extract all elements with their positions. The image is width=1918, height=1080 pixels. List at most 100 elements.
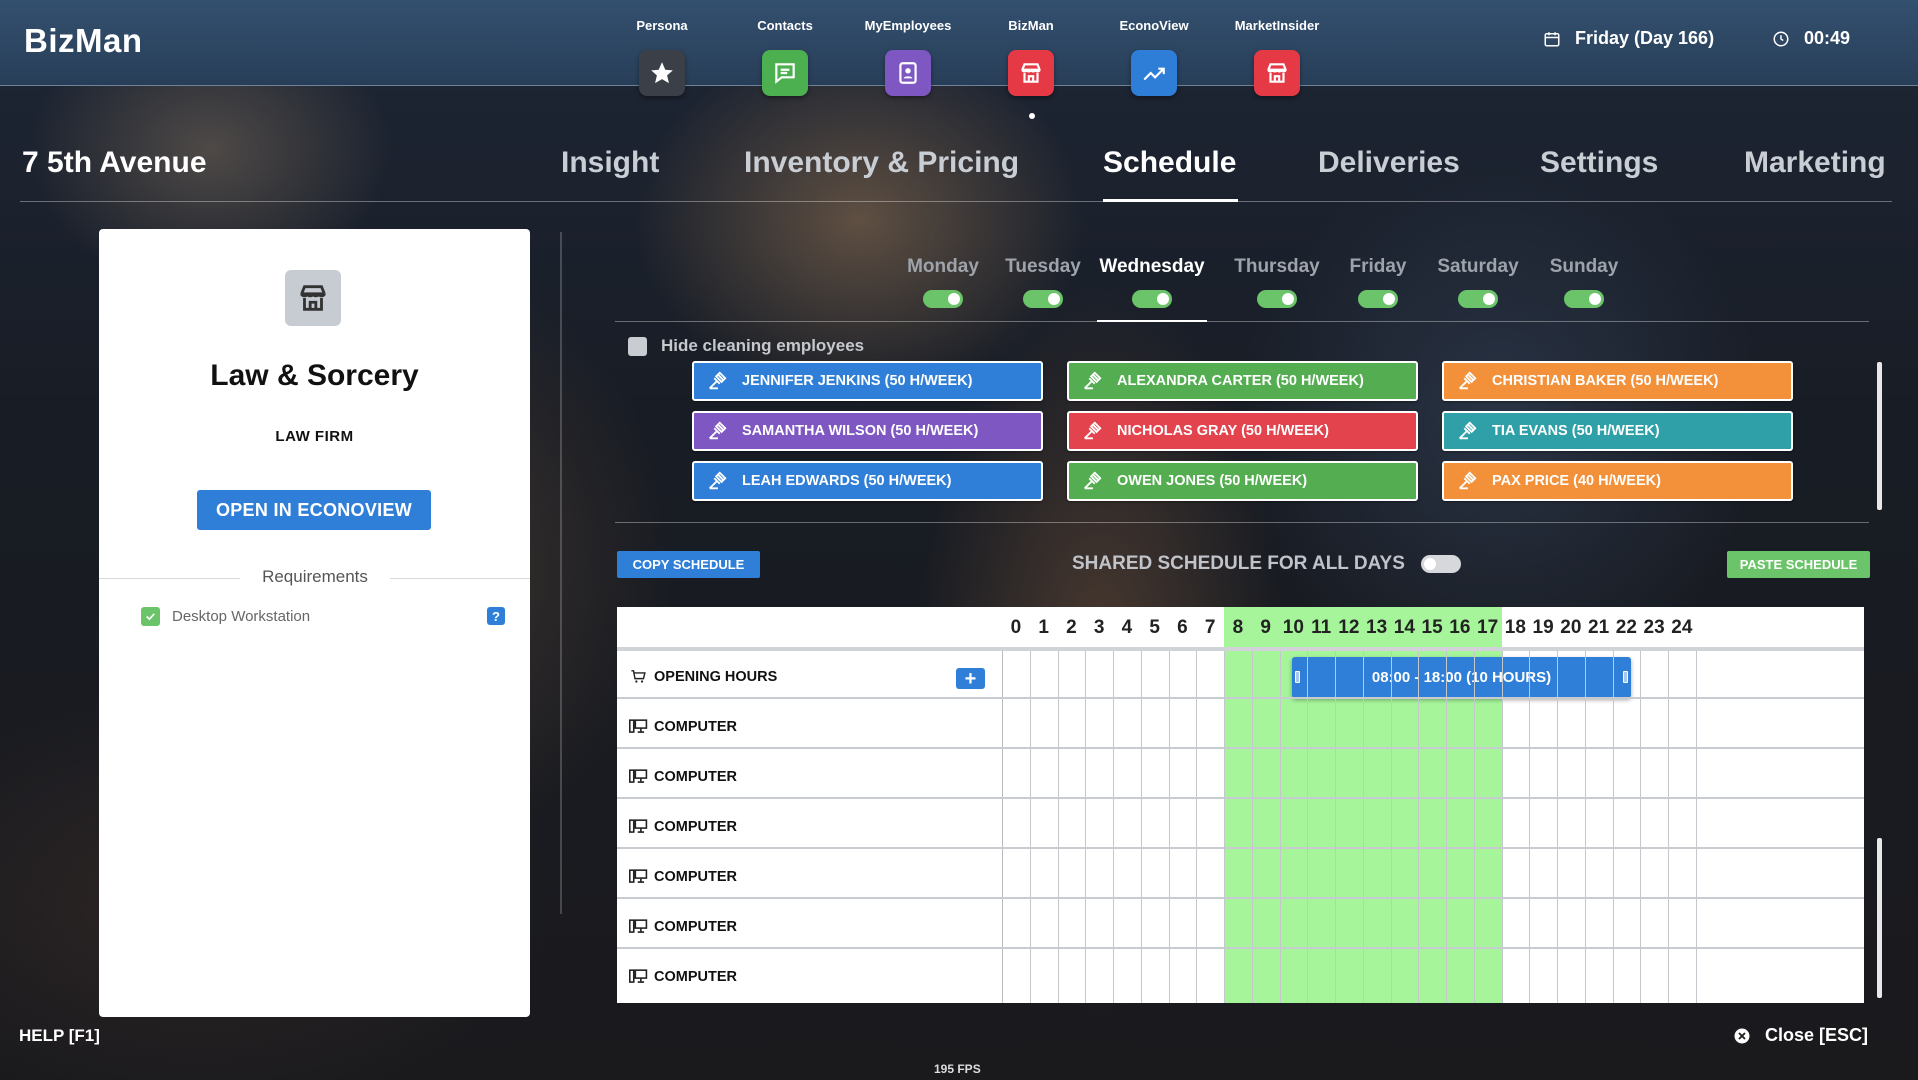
star-icon[interactable] — [639, 50, 685, 96]
employee-chip[interactable]: PAX PRICE (40 H/WEEK) — [1442, 461, 1793, 501]
day-enabled-toggle[interactable] — [1358, 290, 1398, 308]
gavel-icon — [1084, 371, 1102, 390]
app-marketinsider[interactable]: MarketInsider — [1227, 18, 1327, 96]
workstation-label: COMPUTER — [654, 768, 737, 785]
app-contacts[interactable]: Contacts — [735, 18, 835, 96]
day-thursday[interactable]: Thursday — [1227, 256, 1327, 308]
app-econoview[interactable]: EconoView — [1104, 18, 1204, 96]
tab-marketing[interactable]: Marketing — [1744, 146, 1886, 180]
tab-deliveries[interactable]: Deliveries — [1318, 146, 1460, 180]
close-icon — [1734, 1028, 1750, 1043]
workstation-row: COMPUTER — [629, 768, 737, 785]
employee-chip[interactable]: OWEN JONES (50 H/WEEK) — [1067, 461, 1418, 501]
cart-icon — [631, 670, 646, 683]
day-monday[interactable]: Monday — [893, 256, 993, 308]
hide-cleaning-label: Hide cleaning employees — [661, 336, 865, 355]
requirement-help-button[interactable]: ? — [487, 607, 505, 625]
open-in-econoview-button[interactable]: OPEN IN ECONOVIEW — [197, 490, 431, 530]
app-bizman[interactable]: BizMan — [981, 18, 1081, 96]
resize-handle-start[interactable] — [1295, 671, 1300, 683]
grid-column-line — [1224, 651, 1225, 1003]
employee-chip[interactable]: LEAH EDWARDS (50 H/WEEK) — [692, 461, 1043, 501]
day-enabled-toggle[interactable] — [1132, 290, 1172, 308]
employee-chip[interactable]: JENNIFER JENKINS (50 H/WEEK) — [692, 361, 1043, 401]
tab-inventory-pricing[interactable]: Inventory & Pricing — [744, 146, 1019, 180]
employee-chip[interactable]: CHRISTIAN BAKER (50 H/WEEK) — [1442, 361, 1793, 401]
grid-column-line — [1279, 651, 1281, 1003]
hide-cleaning-checkbox[interactable]: Hide cleaning employees — [628, 336, 864, 356]
day-enabled-toggle[interactable] — [1564, 290, 1604, 308]
employee-chip[interactable]: NICHOLAS GRAY (50 H/WEEK) — [1067, 411, 1418, 451]
business-type: LAW FIRM — [275, 428, 354, 445]
employee-chip[interactable]: SAMANTHA WILSON (50 H/WEEK) — [692, 411, 1043, 451]
store-icon[interactable] — [1254, 50, 1300, 96]
day-wednesday[interactable]: Wednesday — [1092, 256, 1212, 308]
brand-logo: BizMan — [24, 22, 143, 59]
tab-insight[interactable]: Insight — [561, 146, 659, 180]
chart-icon[interactable] — [1131, 50, 1177, 96]
chat-icon[interactable] — [762, 50, 808, 96]
day-label: Saturday — [1437, 256, 1519, 277]
fps-counter: 195 FPS — [934, 1062, 981, 1076]
grid-column-line — [1335, 651, 1336, 1003]
tab-bar: Insight Inventory & Pricing Schedule Del… — [0, 140, 1918, 202]
day-enabled-toggle[interactable] — [1023, 290, 1063, 308]
app-myemployees[interactable]: MyEmployees — [858, 18, 958, 96]
app-persona[interactable]: Persona — [612, 18, 712, 96]
grid-row-line — [617, 847, 1864, 849]
grid-row-line — [617, 797, 1864, 799]
employee-name: JENNIFER JENKINS (50 H/WEEK) — [742, 373, 973, 389]
schedule-scrollbar[interactable] — [1877, 838, 1882, 998]
business-name: Law & Sorcery — [210, 359, 419, 392]
grid-row-line — [617, 947, 1864, 949]
grid-column-line — [1501, 651, 1503, 1003]
store-icon[interactable] — [1008, 50, 1054, 96]
gavel-icon — [1084, 421, 1102, 440]
resize-handle-end[interactable] — [1623, 671, 1628, 683]
paste-schedule-button[interactable]: PASTE SCHEDULE — [1727, 551, 1870, 578]
employee-chip[interactable]: TIA EVANS (50 H/WEEK) — [1442, 411, 1793, 451]
computer-icon — [629, 769, 648, 783]
grid-column-line — [1446, 651, 1447, 1003]
add-employee-button[interactable]: + — [956, 668, 985, 689]
badge-icon[interactable] — [885, 50, 931, 96]
tab-schedule[interactable]: Schedule — [1103, 146, 1236, 180]
employee-name: NICHOLAS GRAY (50 H/WEEK) — [1117, 423, 1329, 439]
day-tuesday[interactable]: Tuesday — [993, 256, 1093, 308]
day-enabled-toggle[interactable] — [1257, 290, 1297, 308]
grid-row-line — [617, 897, 1864, 899]
gavel-icon — [1459, 371, 1477, 390]
opening-hours-block[interactable]: 08:00 - 18:00 (10 HOURS) — [1292, 657, 1631, 698]
gavel-icon — [1459, 471, 1477, 490]
day-friday[interactable]: Friday — [1328, 256, 1428, 308]
calendar-icon — [1544, 31, 1560, 46]
checkmark-icon — [141, 607, 160, 626]
help-button[interactable]: HELP [F1] — [19, 1026, 100, 1046]
day-label: Monday — [907, 256, 979, 277]
checkbox[interactable] — [628, 336, 647, 356]
employees-scrollbar[interactable] — [1877, 362, 1882, 510]
employee-chip[interactable]: ALEXANDRA CARTER (50 H/WEEK) — [1067, 361, 1418, 401]
shared-schedule-toggle[interactable] — [1420, 555, 1461, 573]
close-button[interactable]: Close [ESC] — [1733, 1025, 1868, 1046]
app-label: BizMan — [1008, 18, 1054, 33]
gavel-icon — [1459, 421, 1477, 440]
day-saturday[interactable]: Saturday — [1428, 256, 1528, 308]
grid-column-line — [1168, 651, 1170, 1003]
schedule-grid[interactable]: OPENING HOURS + COMPUTER COMPUTER COMPUT… — [617, 607, 1864, 1003]
app-label: MyEmployees — [864, 18, 952, 33]
day-enabled-toggle[interactable] — [923, 290, 963, 308]
grid-column-line — [1695, 651, 1697, 1003]
copy-schedule-button[interactable]: COPY SCHEDULE — [617, 551, 760, 578]
grid-header-divider — [617, 647, 1864, 651]
day-sunday[interactable]: Sunday — [1534, 256, 1634, 308]
workstation-label: COMPUTER — [654, 968, 737, 985]
day-enabled-toggle[interactable] — [1458, 290, 1498, 308]
day-label: Friday — [1349, 256, 1407, 277]
tab-settings[interactable]: Settings — [1540, 146, 1658, 180]
panel-divider — [560, 232, 562, 914]
computer-icon — [629, 919, 648, 933]
computer-icon — [629, 819, 648, 833]
opening-hours-row-label: OPENING HOURS — [629, 668, 777, 685]
grid-row-line — [617, 697, 1864, 699]
